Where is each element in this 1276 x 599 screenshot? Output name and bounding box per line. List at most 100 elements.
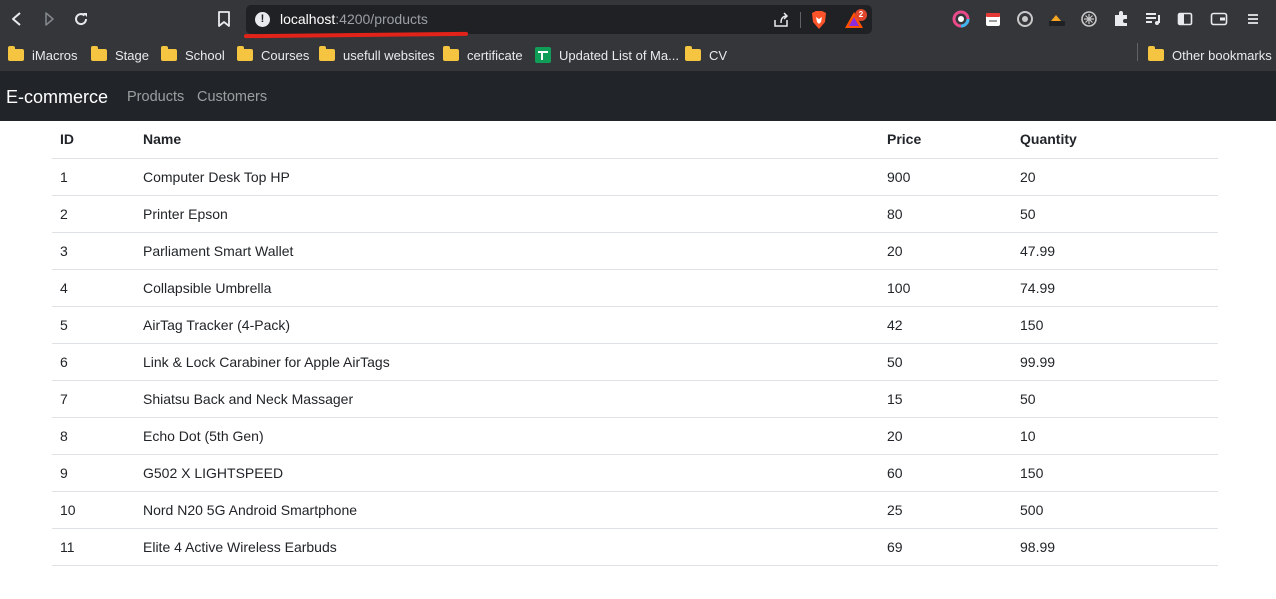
cell-price: 69: [879, 528, 1012, 566]
table-row: 11 Elite 4 Active Wireless Earbuds 69 98.99: [52, 528, 1218, 566]
bookmark-page-button[interactable]: [214, 9, 234, 29]
google-sheets-icon: [535, 47, 551, 63]
wallet-button[interactable]: [1210, 10, 1228, 28]
cell-quantity: 99.99: [1012, 343, 1218, 381]
cell-quantity: 47.99: [1012, 232, 1218, 270]
color-picker-extension-icon[interactable]: [952, 10, 970, 28]
rewards-badge: 2: [855, 9, 867, 21]
bookmark-cv[interactable]: CV: [685, 44, 727, 66]
table-row: 1 Computer Desk Top HP 900 20: [52, 158, 1218, 196]
brave-shields-icon[interactable]: [810, 10, 828, 30]
cell-id: 5: [52, 306, 135, 344]
cell-quantity: 74.99: [1012, 269, 1218, 307]
sidebar-icon: [1177, 12, 1193, 26]
cell-price: 42: [879, 306, 1012, 344]
cell-id: 10: [52, 491, 135, 529]
reload-button[interactable]: [70, 8, 92, 30]
bookmark-courses[interactable]: Courses: [237, 44, 309, 66]
folder-icon: [1148, 46, 1164, 61]
table-row: 2 Printer Epson 80 50: [52, 195, 1218, 233]
cell-price: 20: [879, 417, 1012, 455]
bookmark-stage[interactable]: Stage: [91, 44, 149, 66]
cell-name: Printer Epson: [135, 195, 879, 233]
reload-icon: [75, 13, 88, 26]
cell-id: 8: [52, 417, 135, 455]
back-button[interactable]: [6, 8, 28, 30]
bookmark-imacros[interactable]: iMacros: [8, 44, 78, 66]
color-wheel-icon: [952, 10, 970, 28]
toggle-icon: [1049, 15, 1065, 26]
cell-name: AirTag Tracker (4-Pack): [135, 306, 879, 344]
bookmark-updated-list[interactable]: Updated List of Ma...: [535, 44, 679, 66]
cell-name: G502 X LIGHTSPEED: [135, 454, 879, 492]
cell-price: 50: [879, 343, 1012, 381]
cell-quantity: 20: [1012, 158, 1218, 196]
nav-link-products[interactable]: Products: [127, 88, 184, 106]
brand-link[interactable]: E-commerce: [6, 86, 108, 108]
omnibox-divider: [800, 12, 801, 28]
back-arrow-icon: [12, 12, 21, 26]
cell-price: 80: [879, 195, 1012, 233]
target-icon: [1017, 11, 1033, 27]
puzzle-icon: [1115, 11, 1127, 26]
table-header-row: ID Name Price Quantity: [52, 121, 1218, 159]
browser-toolbar: ! localhost:4200/products 2: [0, 0, 1276, 40]
cell-name: Parliament Smart Wallet: [135, 232, 879, 270]
address-bar[interactable]: ! localhost:4200/products 2: [246, 5, 872, 34]
cell-name: Computer Desk Top HP: [135, 158, 879, 196]
table-row: 10 Nord N20 5G Android Smartphone 25 500: [52, 491, 1218, 529]
chatgpt-extension-icon[interactable]: [1080, 10, 1098, 28]
share-icon[interactable]: [772, 11, 790, 29]
url-text[interactable]: localhost:4200/products: [280, 11, 428, 28]
cell-name: Elite 4 Active Wireless Earbuds: [135, 528, 879, 566]
cell-quantity: 98.99: [1012, 528, 1218, 566]
media-control-button[interactable]: [1144, 10, 1162, 28]
dark-extension-icon[interactable]: [1048, 10, 1066, 28]
bookmark-certificate[interactable]: certificate: [443, 44, 523, 66]
column-header-name: Name: [135, 121, 879, 159]
table-row: 3 Parliament Smart Wallet 20 47.99: [52, 232, 1218, 270]
cell-price: 20: [879, 232, 1012, 270]
app-navbar: E-commerce Products Customers: [0, 71, 1276, 121]
bookmark-school[interactable]: School: [161, 44, 225, 66]
target-extension-icon[interactable]: [1016, 10, 1034, 28]
cell-id: 4: [52, 269, 135, 307]
menu-button[interactable]: [1244, 10, 1262, 28]
cell-id: 6: [52, 343, 135, 381]
folder-icon: [443, 46, 459, 61]
folder-icon: [685, 46, 701, 61]
folder-icon: [8, 46, 24, 61]
cell-name: Nord N20 5G Android Smartphone: [135, 491, 879, 529]
notes-extension-icon[interactable]: [984, 10, 1002, 28]
folder-icon: [319, 46, 335, 61]
table-row: 6 Link & Lock Carabiner for Apple AirTags…: [52, 343, 1218, 381]
other-bookmarks[interactable]: Other bookmarks: [1148, 44, 1272, 66]
column-header-quantity: Quantity: [1012, 121, 1218, 159]
cell-quantity: 150: [1012, 306, 1218, 344]
folder-icon: [161, 46, 177, 61]
table-row: 4 Collapsible Umbrella 100 74.99: [52, 269, 1218, 307]
site-info-icon[interactable]: !: [255, 12, 270, 27]
cell-price: 60: [879, 454, 1012, 492]
forward-button[interactable]: [38, 8, 60, 30]
nav-link-customers[interactable]: Customers: [197, 88, 267, 106]
playlist-icon: [1146, 13, 1160, 25]
folder-icon: [91, 46, 107, 61]
sidebar-button[interactable]: [1176, 10, 1194, 28]
hamburger-menu-icon: [1248, 14, 1258, 24]
bookmarks-divider: [1137, 43, 1138, 61]
cell-name: Link & Lock Carabiner for Apple AirTags: [135, 343, 879, 381]
cell-id: 1: [52, 158, 135, 196]
cell-quantity: 150: [1012, 454, 1218, 492]
openai-icon: [1081, 11, 1097, 27]
extensions-button[interactable]: [1112, 10, 1130, 28]
cell-id: 3: [52, 232, 135, 270]
forward-arrow-icon: [45, 12, 54, 26]
cell-id: 2: [52, 195, 135, 233]
cell-price: 25: [879, 491, 1012, 529]
cell-quantity: 10: [1012, 417, 1218, 455]
calendar-icon: [986, 13, 1000, 26]
bookmark-icon: [218, 11, 230, 27]
cell-name: Collapsible Umbrella: [135, 269, 879, 307]
bookmark-usefull-websites[interactable]: usefull websites: [319, 44, 435, 66]
